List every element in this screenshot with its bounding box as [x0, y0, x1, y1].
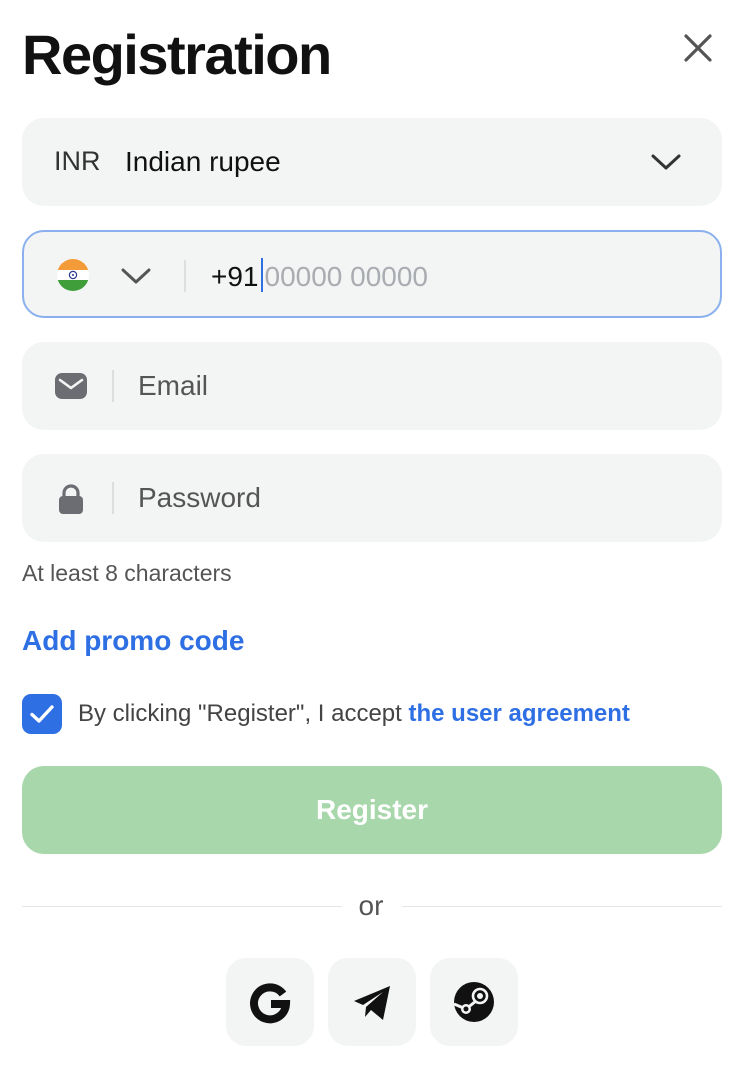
add-promo-code-link[interactable]: Add promo code	[22, 625, 244, 657]
password-hint: At least 8 characters	[22, 560, 232, 586]
currency-code: INR	[54, 146, 101, 176]
phone-placeholder: 00000 00000	[264, 261, 429, 292]
google-icon	[250, 983, 291, 1024]
email-field[interactable]	[22, 342, 722, 430]
email-input[interactable]	[138, 368, 698, 404]
chevron-down-icon[interactable]	[650, 151, 682, 173]
close-icon[interactable]	[676, 26, 720, 70]
password-field[interactable]	[22, 454, 722, 542]
telegram-login-button[interactable]	[328, 958, 416, 1046]
phone-field[interactable]: +91 00000 00000	[22, 230, 722, 318]
steam-login-button[interactable]	[430, 958, 518, 1046]
phone-input[interactable]: +91 00000 00000	[211, 258, 428, 293]
country-chevron-down-icon[interactable]	[120, 265, 152, 287]
currency-name: Indian rupee	[125, 146, 281, 177]
agreement-label: By clicking "Register", I accept	[78, 700, 409, 727]
lock-icon	[59, 484, 83, 514]
phone-divider	[184, 260, 186, 292]
or-divider: or	[358, 890, 384, 921]
checkmark-icon	[30, 705, 54, 723]
agreement-text: By clicking "Register", I accept the use…	[78, 700, 630, 728]
telegram-icon	[354, 986, 390, 1020]
user-agreement-link[interactable]: the user agreement	[409, 700, 630, 727]
email-divider	[112, 370, 114, 402]
india-flag-icon[interactable]	[57, 259, 89, 291]
password-input[interactable]	[138, 480, 698, 516]
password-divider	[112, 482, 114, 514]
currency-select[interactable]: INR Indian rupee	[22, 118, 722, 206]
agreement-checkbox[interactable]	[22, 694, 62, 734]
register-button[interactable]: Register	[22, 766, 722, 854]
mail-icon	[55, 373, 87, 399]
google-login-button[interactable]	[226, 958, 314, 1046]
page-title: Registration	[22, 23, 332, 86]
close-button[interactable]	[676, 26, 720, 70]
steam-icon	[453, 982, 494, 1022]
text-caret	[260, 258, 263, 292]
phone-prefix: +91	[211, 261, 259, 292]
